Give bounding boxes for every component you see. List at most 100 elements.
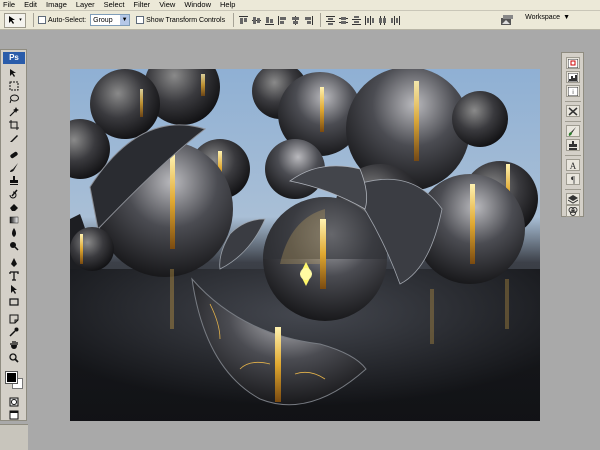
layers-button[interactable] xyxy=(566,193,580,205)
document-canvas[interactable] xyxy=(70,69,540,421)
show-transform-label: Show Transform Controls xyxy=(146,16,226,24)
gradient-tool[interactable] xyxy=(8,215,20,225)
align-right-button[interactable] xyxy=(303,15,313,25)
type-tool[interactable] xyxy=(8,271,20,281)
align-bottom-icon xyxy=(264,16,274,25)
align-bottom-button[interactable] xyxy=(264,15,274,25)
screen-mode-icon xyxy=(9,410,19,420)
eyedropper-icon xyxy=(9,327,19,337)
menu-view[interactable]: View xyxy=(159,0,175,10)
auto-select-label: Auto-Select: xyxy=(48,16,87,24)
distribute-right-button[interactable] xyxy=(390,15,400,25)
menu-filter[interactable]: Filter xyxy=(134,0,151,10)
svg-text:¶: ¶ xyxy=(571,175,575,184)
brushes-icon xyxy=(568,126,576,136)
workspace-switcher-icon[interactable] xyxy=(500,14,514,26)
lasso-tool[interactable] xyxy=(8,94,20,104)
align-hcenter-button[interactable] xyxy=(290,15,300,25)
clone-source-button[interactable] xyxy=(566,139,580,151)
screen-mode-button[interactable] xyxy=(8,410,20,420)
histogram-button[interactable] xyxy=(566,71,580,83)
workspace-menu[interactable]: Workspace ▼ xyxy=(525,14,570,21)
tool-preset-picker[interactable]: ▾ xyxy=(4,12,26,28)
move-tool[interactable] xyxy=(8,68,20,78)
dodge-tool-icon xyxy=(10,242,19,251)
distribute-bottom-button[interactable] xyxy=(351,15,361,25)
menu-file[interactable]: File xyxy=(3,0,15,10)
menu-layer[interactable]: Layer xyxy=(76,0,95,10)
auto-select-value: Group xyxy=(93,16,113,24)
brush-tool-icon xyxy=(10,163,18,172)
brush-tool[interactable] xyxy=(8,163,20,173)
healing-brush-icon xyxy=(10,151,18,159)
crop-tool[interactable] xyxy=(8,120,20,130)
marquee-tool[interactable] xyxy=(8,81,20,91)
chevron-down-icon: ▾ xyxy=(19,17,22,23)
crop-tool-icon xyxy=(9,120,19,130)
character-button[interactable]: A xyxy=(566,159,580,171)
hand-tool[interactable] xyxy=(8,340,20,350)
shape-tool[interactable] xyxy=(8,297,20,307)
shape-tool-icon xyxy=(9,298,19,306)
distribute-hcenter-button[interactable] xyxy=(377,15,387,25)
histogram-icon xyxy=(568,72,578,82)
history-brush-icon xyxy=(9,189,18,199)
divider xyxy=(565,189,581,190)
pen-tool-icon xyxy=(11,258,17,267)
quick-mask-button[interactable] xyxy=(8,397,20,407)
healing-brush-tool[interactable] xyxy=(8,150,20,160)
tools-panel: Ps xyxy=(0,49,27,421)
character-icon: A xyxy=(570,161,577,170)
navigator-button[interactable] xyxy=(566,57,580,69)
tool-presets-button[interactable] xyxy=(566,105,580,117)
clone-stamp-tool[interactable] xyxy=(8,176,20,186)
channels-icon xyxy=(568,206,578,216)
menu-select[interactable]: Select xyxy=(104,0,125,10)
auto-select-checkbox[interactable] xyxy=(38,16,46,24)
align-top-button[interactable] xyxy=(238,15,248,25)
channels-button[interactable] xyxy=(566,205,580,217)
menu-help[interactable]: Help xyxy=(220,0,235,10)
lasso-tool-icon xyxy=(9,94,19,104)
show-transform-checkbox[interactable] xyxy=(136,16,145,24)
clone-source-icon xyxy=(569,140,577,150)
navigator-icon xyxy=(568,58,578,68)
zoom-tool[interactable] xyxy=(8,353,20,363)
photoshop-logo[interactable]: Ps xyxy=(3,52,25,64)
blur-tool-icon xyxy=(12,228,16,237)
menu-window[interactable]: Window xyxy=(184,0,211,10)
menu-edit[interactable]: Edit xyxy=(24,0,37,10)
chevron-down-icon: ▼ xyxy=(563,14,570,21)
distribute-top-button[interactable] xyxy=(325,15,335,25)
eraser-tool[interactable] xyxy=(8,202,20,212)
blur-tool[interactable] xyxy=(8,228,20,238)
distribute-bottom-icon xyxy=(351,15,361,25)
foreground-color-swatch[interactable] xyxy=(5,371,18,384)
align-top-icon xyxy=(238,15,248,24)
info-button[interactable]: i xyxy=(566,85,580,97)
dodge-tool[interactable] xyxy=(8,241,20,251)
align-left-button[interactable] xyxy=(277,15,287,25)
magic-wand-tool[interactable] xyxy=(8,107,20,117)
slice-tool-icon xyxy=(10,135,18,142)
paragraph-button[interactable]: ¶ xyxy=(566,173,580,185)
history-brush-tool[interactable] xyxy=(8,189,20,199)
eyedropper-tool[interactable] xyxy=(8,327,20,337)
menu-bar: File Edit Image Layer Select Filter View… xyxy=(0,0,600,11)
align-left-icon xyxy=(277,15,286,25)
menu-image[interactable]: Image xyxy=(46,0,67,10)
slice-tool[interactable] xyxy=(8,133,20,143)
path-selection-tool[interactable] xyxy=(8,284,20,294)
align-right-icon xyxy=(304,15,313,25)
notes-tool[interactable] xyxy=(8,314,20,324)
auto-select-dropdown[interactable]: Group ▼ xyxy=(90,14,131,26)
magic-wand-icon xyxy=(9,107,19,117)
svg-text:A: A xyxy=(570,161,577,170)
gradient-tool-icon xyxy=(9,216,19,224)
options-bar: ▾ Auto-Select: Group ▼ Show Transform Co… xyxy=(0,11,600,30)
distribute-vcenter-button[interactable] xyxy=(338,15,348,25)
pen-tool[interactable] xyxy=(8,258,20,268)
brushes-button[interactable] xyxy=(566,125,580,137)
align-vcenter-button[interactable] xyxy=(251,15,261,25)
distribute-left-button[interactable] xyxy=(364,15,374,25)
